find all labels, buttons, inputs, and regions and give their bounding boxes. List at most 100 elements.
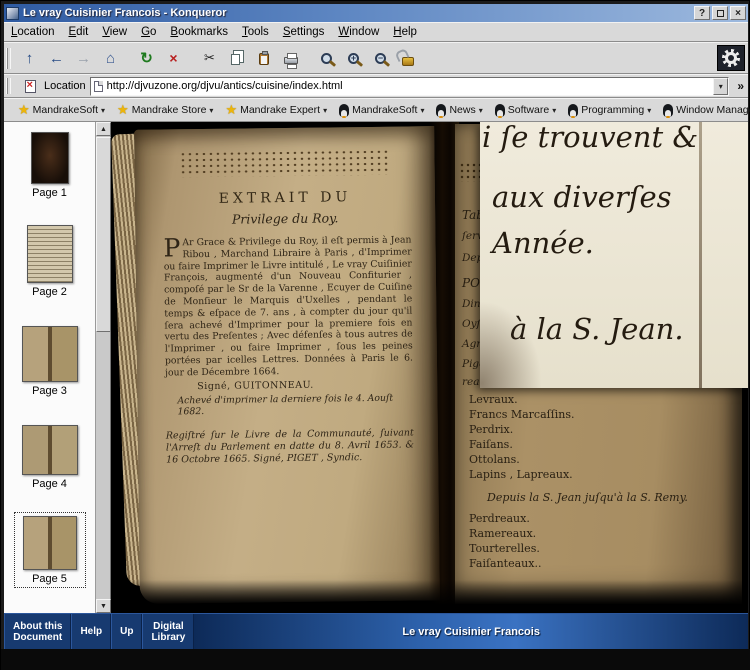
bookmark-news[interactable]: News ▾ <box>431 104 487 117</box>
chevron-down-icon: ▾ <box>420 106 424 115</box>
thumbnail-page-5-selected[interactable]: Page 5 <box>14 512 86 588</box>
bookmark-software[interactable]: Software ▾ <box>490 104 561 117</box>
menu-bookmarks[interactable]: Bookmarks <box>163 24 235 40</box>
colophon-line: Achevé d'imprimer la derniere fois le 4.… <box>177 392 413 418</box>
penguin-icon <box>436 104 446 117</box>
up-button[interactable]: ↑ <box>16 45 43 71</box>
toolbar-handle[interactable] <box>6 48 11 69</box>
sidebar-scrollbar[interactable]: ▲ ▼ <box>96 122 111 613</box>
help-nav-button[interactable]: Help <box>71 614 111 649</box>
bookmark-mandrake-expert[interactable]: ★ Mandrake Expert ▾ <box>220 102 332 118</box>
chevron-down-icon: ▾ <box>647 106 651 115</box>
thumbnail-page-1[interactable]: Page 1 <box>31 132 69 199</box>
zoom-text-line: Année. <box>492 226 594 260</box>
menu-location[interactable]: Location <box>4 24 62 40</box>
document-navbar: About this Document Help Up Digital Libr… <box>4 613 748 649</box>
scroll-up-button[interactable]: ▲ <box>96 122 111 136</box>
signature-line: Signé, GUITONNEAU. <box>197 378 413 392</box>
clear-location-icon <box>25 80 36 93</box>
thumbnail-sidebar: Page 1 Page 2 Page 3 Page 4 Page 5 <box>4 122 96 613</box>
maximize-button[interactable] <box>712 6 728 20</box>
list-item: Ottolans. <box>469 452 734 467</box>
menu-help[interactable]: Help <box>386 24 424 40</box>
clear-location-button[interactable] <box>20 76 40 96</box>
thumbnail-page-2[interactable]: Page 2 <box>27 225 73 298</box>
location-input[interactable] <box>107 79 710 94</box>
page-subheading: Privilege du Roy. <box>135 209 435 228</box>
thumbnail-page-4[interactable]: Page 4 <box>22 425 78 490</box>
zoom-in-button[interactable]: + <box>340 45 367 71</box>
menu-settings[interactable]: Settings <box>276 24 332 40</box>
list-item: Perdreaux. <box>469 511 734 526</box>
bookmark-label: Mandrake Expert <box>240 104 320 116</box>
forward-button[interactable]: → <box>70 45 97 71</box>
menu-tools[interactable]: Tools <box>235 24 276 40</box>
bookmark-toolbar: ★ MandrakeSoft ▾ ★ Mandrake Store ▾ ★ Ma… <box>4 98 748 122</box>
scroll-down-button[interactable]: ▼ <box>96 599 111 613</box>
status-bar <box>1 649 750 670</box>
reload-icon: ↻ <box>140 49 153 67</box>
bookmark-mandrakesoft-2[interactable]: MandrakeSoft ▾ <box>334 104 429 117</box>
about-document-button[interactable]: About this Document <box>4 614 71 649</box>
cut-button[interactable]: ✂ <box>196 45 223 71</box>
bookmark-mandrake-store[interactable]: ★ Mandrake Store ▾ <box>112 102 218 118</box>
chevron-down-icon: ▾ <box>552 106 556 115</box>
digital-library-button[interactable]: Digital Library <box>142 614 194 649</box>
star-icon: ★ <box>225 102 237 118</box>
page-5-thumb-image <box>23 516 77 570</box>
djvu-viewer[interactable]: EXTRAIT DU Privilege du Roy. PAr Grace &… <box>111 122 748 613</box>
window-title: Le vray Cuisinier Francois - Konqueror <box>23 7 690 19</box>
zoom-in-icon: + <box>348 53 359 64</box>
reload-button[interactable]: ↻ <box>133 45 160 71</box>
menu-edit[interactable]: Edit <box>62 24 96 40</box>
menu-go[interactable]: Go <box>134 24 163 40</box>
season-heading: Depuis la S. Jean juſqu'à la S. Remy. <box>487 490 734 505</box>
paste-button[interactable] <box>250 45 277 71</box>
locationbar-handle[interactable] <box>6 78 11 93</box>
zoom-out-button[interactable]: − <box>367 45 394 71</box>
location-dropdown-button[interactable]: ▾ <box>713 78 728 95</box>
list-item: Perdrix. <box>469 422 734 437</box>
game-list: Levraux. Francs Marcaſſins. Perdrix. Fai… <box>469 392 734 571</box>
app-icon <box>6 7 19 20</box>
titlebar[interactable]: Le vray Cuisinier Francois - Konqueror ?… <box>4 4 748 22</box>
bookmark-label: News <box>449 104 475 116</box>
zoom-text-line: aux diverſes <box>492 180 672 214</box>
close-button[interactable]: × <box>730 6 746 20</box>
star-icon: ★ <box>18 102 30 118</box>
penguin-icon <box>339 104 349 117</box>
privilege-paragraph: PAr Grace & Privilege du Roy, il eſt per… <box>163 234 413 379</box>
zoom-out-icon: − <box>375 53 386 64</box>
help-button[interactable]: ? <box>694 6 710 20</box>
bookmark-mandrakesoft-1[interactable]: ★ MandrakeSoft ▾ <box>13 102 110 118</box>
back-button[interactable]: ← <box>43 45 70 71</box>
forward-icon: → <box>76 51 91 66</box>
up-icon: ↑ <box>26 51 34 66</box>
chevron-down-icon: ▾ <box>209 106 213 115</box>
stop-icon: × <box>169 50 177 66</box>
security-button[interactable] <box>394 45 421 71</box>
book-bottom-shadow <box>119 580 744 613</box>
book-left-page: EXTRAIT DU Privilege du Roy. PAr Grace &… <box>134 126 440 604</box>
page-label: Page 1 <box>32 187 67 199</box>
up-nav-button[interactable]: Up <box>111 614 142 649</box>
scrollbar-thumb[interactable] <box>96 137 111 332</box>
bookmark-programming[interactable]: Programming ▾ <box>563 104 656 117</box>
ornament-band <box>179 149 389 178</box>
cut-icon: ✂ <box>204 50 215 66</box>
copy-button[interactable] <box>223 45 250 71</box>
bookmark-window-manager[interactable]: Window Manager ▾ <box>658 104 750 117</box>
stop-button[interactable]: × <box>160 45 187 71</box>
page-2-thumb-image <box>27 225 73 283</box>
home-button[interactable]: ⌂ <box>97 45 124 71</box>
thumbnail-page-3[interactable]: Page 3 <box>22 326 78 397</box>
location-overflow-chevron[interactable]: » <box>733 79 748 93</box>
maximize-icon <box>717 10 724 17</box>
print-button[interactable] <box>277 45 304 71</box>
page-favicon-icon <box>94 81 103 92</box>
zoom-button[interactable] <box>313 45 340 71</box>
bookmark-label: Mandrake Store <box>132 104 207 116</box>
paragraph-text: Ar Grace & Privilege du Roy, il eſt perm… <box>164 234 413 378</box>
menu-view[interactable]: View <box>95 24 134 40</box>
menu-window[interactable]: Window <box>331 24 386 40</box>
